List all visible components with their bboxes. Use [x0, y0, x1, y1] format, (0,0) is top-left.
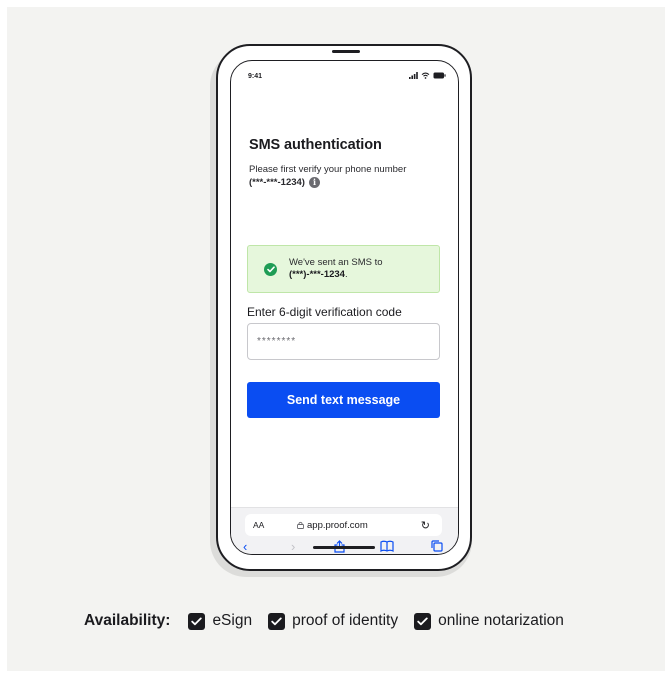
- bookmarks-icon[interactable]: [380, 540, 394, 554]
- auth-content: SMS authentication Please first verify y…: [249, 137, 445, 189]
- availability-item-label: eSign: [212, 612, 253, 629]
- reload-icon[interactable]: ↻: [421, 519, 430, 532]
- tabs-icon[interactable]: [431, 540, 443, 554]
- text-size-button[interactable]: AA: [253, 520, 264, 530]
- availability-item-proof-of-identity: proof of identity: [268, 612, 398, 630]
- availability-item-label: online notarization: [438, 612, 564, 629]
- sms-sent-alert: We've sent an SMS to (***)-***-1234.: [247, 245, 440, 293]
- info-icon[interactable]: i: [308, 177, 320, 188]
- phone-frame: 9:41 SMS authentication Please first ver…: [216, 44, 472, 571]
- back-icon[interactable]: ‹: [243, 540, 247, 554]
- check-circle-icon: [264, 262, 277, 276]
- status-bar: 9:41: [231, 61, 458, 91]
- availability-item-online-notarization: online notarization: [414, 612, 564, 630]
- signal-icon: [409, 72, 418, 79]
- verification-code-input[interactable]: ********: [247, 323, 440, 360]
- status-time: 9:41: [248, 73, 263, 80]
- send-text-message-button[interactable]: Send text message: [247, 382, 440, 418]
- address-bar[interactable]: AA app.proof.com ↻: [245, 514, 442, 536]
- checkbox-checked-icon: [188, 612, 206, 630]
- availability-item-label: proof of identity: [292, 612, 399, 629]
- page-title: SMS authentication: [249, 137, 382, 153]
- availability-item-esign: eSign: [188, 612, 252, 630]
- url-display: app.proof.com: [297, 520, 368, 531]
- alert-line2: (***)-***-1234.: [289, 269, 383, 281]
- alert-message: We've sent an SMS to (***)-***-1234.: [289, 257, 383, 281]
- availability-row: Availability: eSign proof of identity on…: [84, 611, 580, 631]
- alert-phone: (***)-***-1234: [289, 269, 345, 280]
- url-text: app.proof.com: [307, 519, 368, 531]
- subtitle: Please first verify your phone number (*…: [249, 163, 445, 189]
- checkbox-checked-icon: [268, 612, 286, 630]
- masked-phone: (***-***-1234): [249, 177, 305, 188]
- lock-icon: [297, 521, 304, 529]
- phone-screen: 9:41 SMS authentication Please first ver…: [230, 60, 459, 555]
- speaker-slot: [332, 50, 360, 53]
- alert-suffix: .: [344, 269, 348, 280]
- status-icons: [409, 72, 446, 79]
- code-label: Enter 6-digit verification code: [247, 305, 402, 319]
- forward-icon[interactable]: ›: [291, 540, 295, 554]
- battery-icon: [433, 72, 446, 79]
- home-indicator: [313, 546, 375, 549]
- wifi-icon: [421, 72, 430, 79]
- checkbox-checked-icon: [414, 612, 432, 630]
- availability-label: Availability:: [84, 612, 171, 629]
- masked-phone-line: (***-***-1234) i: [249, 176, 445, 189]
- alert-line1: We've sent an SMS to: [289, 257, 383, 268]
- subtitle-text: Please first verify your phone number: [249, 164, 407, 175]
